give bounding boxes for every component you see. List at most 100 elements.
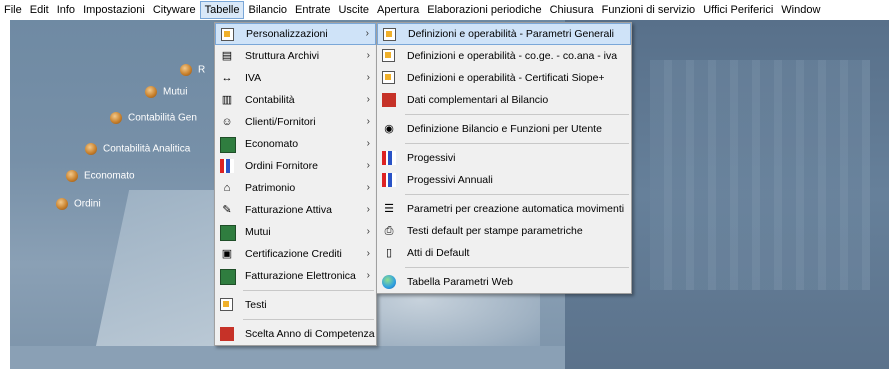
menu-item-clienti-fornitori[interactable]: ☺ Clienti/Fornitori › <box>215 111 376 133</box>
nav-item-ordini[interactable]: Ordini <box>56 198 101 210</box>
menu-item-definizioni-e-operabilit-co-ge-co-ana-iva[interactable]: Definizioni e operabilità - co.ge. - co.… <box>377 45 631 67</box>
menu-bar: File Edit Info Impostazioni Cityware Tabelle B… <box>0 0 889 20</box>
document-icon: ▯ <box>385 247 393 259</box>
tabelle-dropdown-menu: Personalizzazioni › ▤ Struttura Archivi › ↔ IV… <box>214 22 377 346</box>
menu-item-definizioni-e-operabilit-parametri-generali[interactable]: Definizioni e operabilità - Parametri Ge… <box>377 23 631 45</box>
menu-item-parametri-per-creazione-automatica-movimenti[interactable]: ☰ Parametri per creazione automatica movi… <box>377 198 631 220</box>
submenu-arrow-icon: › <box>366 204 370 215</box>
submenu-arrow-icon: › <box>366 138 370 149</box>
nav-item-r[interactable]: R <box>180 64 205 76</box>
menu-item-iva[interactable]: ↔ IVA › <box>215 67 376 89</box>
menu-funzioni-di-servizio[interactable]: Funzioni di servizio <box>598 1 700 19</box>
menu-item-label: Personalizzazioni <box>246 28 328 40</box>
people-icon: ☺ <box>221 116 233 128</box>
menu-item-fatturazione-elettronica[interactable]: Fatturazione Elettronica › <box>215 265 376 287</box>
red-edit-icon <box>382 93 396 107</box>
menu-item-fatturazione-attiva[interactable]: ✎ Fatturazione Attiva › <box>215 199 376 221</box>
eye-icon: ◉ <box>384 123 394 135</box>
background-building <box>650 60 870 290</box>
menu-impostazioni[interactable]: Impostazioni <box>79 1 149 19</box>
menu-item-economato[interactable]: Economato › <box>215 133 376 155</box>
menu-item-label: Definizioni e operabilità - co.ge. - co.… <box>407 50 618 62</box>
menu-file[interactable]: File <box>0 1 26 19</box>
shell-icon <box>180 64 192 76</box>
submenu-arrow-icon: › <box>366 182 370 193</box>
menu-info[interactable]: Info <box>53 1 79 19</box>
nav-item-economato[interactable]: Economato <box>66 170 135 182</box>
submenu-arrow-icon: › <box>366 248 370 259</box>
menu-item-label: Atti di Default <box>407 247 470 259</box>
menu-item-label: Ordini Fornitore <box>245 160 318 172</box>
menu-item-tabella-parametri-web[interactable]: Tabella Parametri Web <box>377 271 631 293</box>
submenu-arrow-icon: › <box>366 116 370 127</box>
menu-item-definizioni-e-operabilit-certificati-siope[interactable]: Definizioni e operabilità - Certificati … <box>377 67 631 89</box>
menu-item-label: Progessivi Annuali <box>407 174 493 186</box>
menu-window[interactable]: Window <box>777 1 824 19</box>
menu-uscite[interactable]: Uscite <box>334 1 373 19</box>
shell-icon <box>85 143 97 155</box>
menu-separator <box>405 194 629 195</box>
menu-item-patrimonio[interactable]: ⌂ Patrimonio › <box>215 177 376 199</box>
menu-item-mutui[interactable]: Mutui › <box>215 221 376 243</box>
submenu-arrow-icon: › <box>366 270 370 281</box>
menu-item-label: Testi default per stampe parametriche <box>407 225 583 237</box>
menu-item-struttura-archivi[interactable]: ▤ Struttura Archivi › <box>215 45 376 67</box>
menu-item-ordini-fornitore[interactable]: Ordini Fornitore › <box>215 155 376 177</box>
menu-item-scelta-anno-di-competenza[interactable]: Scelta Anno di Competenza <box>215 323 376 345</box>
loan-icon <box>220 225 236 241</box>
menu-item-certificazione-crediti[interactable]: ▣ Certificazione Crediti › <box>215 243 376 265</box>
menu-item-label: Struttura Archivi <box>245 50 320 62</box>
menu-item-label: Clienti/Fornitori <box>245 116 316 128</box>
menu-item-contabilit[interactable]: ▥ Contabilità › <box>215 89 376 111</box>
menu-chiusura[interactable]: Chiusura <box>546 1 598 19</box>
bar-chart-icon <box>382 151 396 165</box>
menu-entrate[interactable]: Entrate <box>291 1 334 19</box>
calendar-icon <box>220 327 234 341</box>
menu-apertura[interactable]: Apertura <box>373 1 423 19</box>
certificate-icon: ▣ <box>221 248 233 260</box>
menu-item-progessivi-annuali[interactable]: Progessivi Annuali <box>377 169 631 191</box>
menu-item-atti-di-default[interactable]: ▯ Atti di Default <box>377 242 631 264</box>
menu-item-definizione-bilancio-e-funzioni-per-utente[interactable]: ◉ Definizione Bilancio e Funzioni per Ute… <box>377 118 631 140</box>
menu-item-label: Testi <box>245 299 267 311</box>
menu-uffici-periferici[interactable]: Uffici Periferici <box>699 1 777 19</box>
shell-icon <box>145 86 157 98</box>
nav-item-mutui[interactable]: Mutui <box>145 86 187 98</box>
menu-item-label: Definizioni e operabilità - Certificati … <box>407 72 605 84</box>
ledger-icon: ▥ <box>221 94 233 106</box>
archive-icon: ▤ <box>221 50 233 62</box>
menu-cityware[interactable]: Cityware <box>149 1 200 19</box>
menu-item-label: Progessivi <box>407 152 456 164</box>
e-invoice-icon <box>220 269 236 285</box>
menu-separator <box>405 114 629 115</box>
text-edit-icon <box>220 298 233 311</box>
menu-elaborazioni-periodiche[interactable]: Elaborazioni periodiche <box>423 1 545 19</box>
submenu-arrow-icon: › <box>365 28 369 39</box>
menu-edit[interactable]: Edit <box>26 1 53 19</box>
menu-bilancio[interactable]: Bilancio <box>244 1 291 19</box>
nav-item-contabilita-analitica[interactable]: Contabilità Analitica <box>85 143 190 155</box>
globe-icon <box>382 275 396 289</box>
building-icon: ⌂ <box>223 182 231 194</box>
wrench-doc-icon <box>221 28 234 41</box>
menu-item-dati-complementari-al-bilancio[interactable]: Dati complementari al Bilancio <box>377 89 631 111</box>
menu-item-progessivi[interactable]: Progessivi <box>377 147 631 169</box>
menu-item-label: Fatturazione Elettronica <box>245 270 356 282</box>
invoice-icon: ✎ <box>222 204 232 216</box>
background-strip <box>10 346 565 369</box>
menu-item-label: Mutui <box>245 226 271 238</box>
menu-item-testi[interactable]: Testi <box>215 294 376 316</box>
menu-item-label: Fatturazione Attiva <box>245 204 332 216</box>
menu-item-personalizzazioni[interactable]: Personalizzazioni › <box>215 23 376 45</box>
nav-item-contabilita-generale[interactable]: Contabilità Gen <box>110 112 197 124</box>
personalizzazioni-submenu: Definizioni e operabilità - Parametri Ge… <box>376 22 632 294</box>
menu-item-label: Economato <box>245 138 299 150</box>
edit-doc-icon <box>382 71 395 84</box>
menu-tabelle[interactable]: Tabelle <box>199 1 245 19</box>
bar-chart-icon <box>382 173 396 187</box>
menu-item-testi-default-per-stampe-parametriche[interactable]: ⎙ Testi default per stampe parametriche <box>377 220 631 242</box>
submenu-arrow-icon: › <box>366 160 370 171</box>
shell-icon <box>110 112 122 124</box>
submenu-arrow-icon: › <box>366 72 370 83</box>
menu-item-label: Patrimonio <box>245 182 296 194</box>
